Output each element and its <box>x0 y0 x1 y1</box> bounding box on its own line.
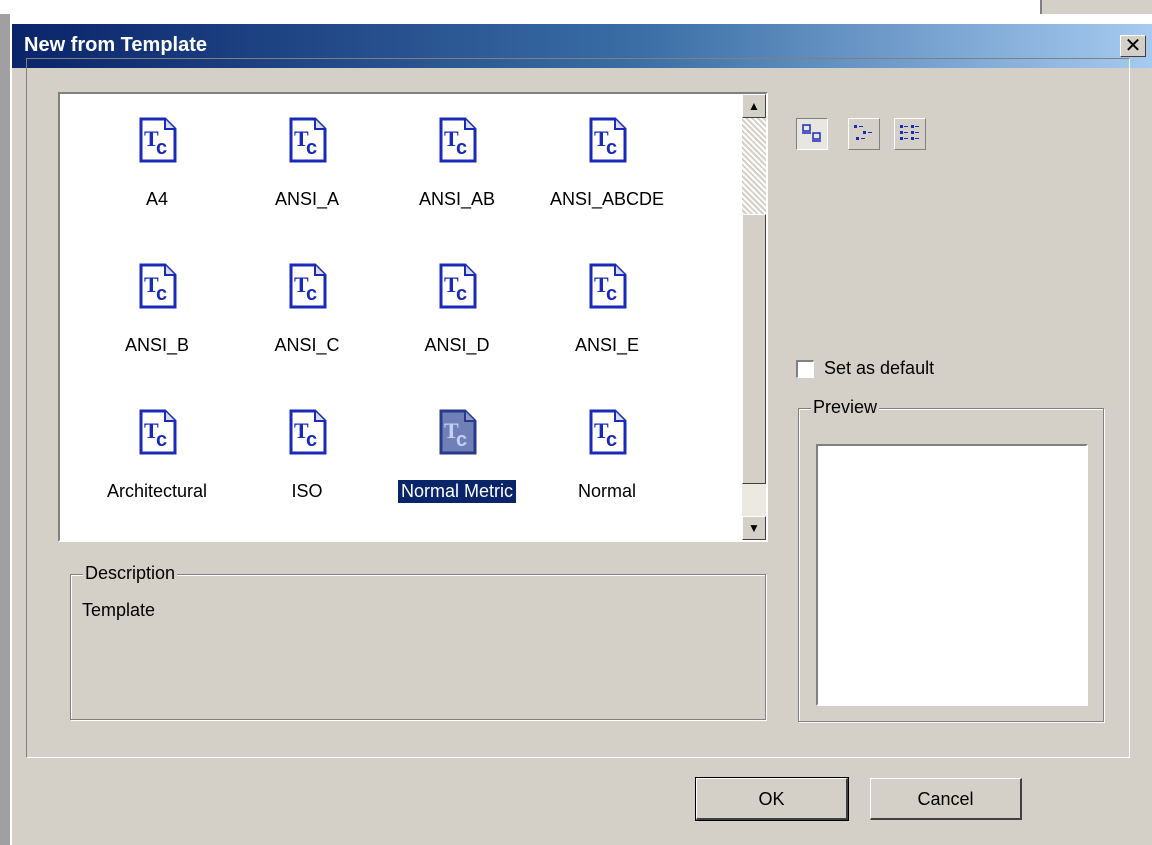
template-file-icon: Tc <box>285 262 329 310</box>
template-file-icon: Tc <box>135 408 179 456</box>
svg-text:c: c <box>456 283 467 305</box>
svg-text:c: c <box>306 137 317 159</box>
preview-title: Preview <box>811 397 880 418</box>
svg-text:c: c <box>306 429 317 451</box>
template-file-icon: Tc <box>285 116 329 164</box>
template-file-icon: Tc <box>435 262 479 310</box>
arrow-down-icon: ▼ <box>748 521 760 535</box>
template-item-label: Normal <box>577 481 636 501</box>
template-file-icon: Tc <box>585 408 629 456</box>
ok-button[interactable]: OK <box>695 777 849 821</box>
template-list[interactable]: ▲ ▼ Tc A4 Tc ANSI_A Tc ANSI_AB Tc ANSI_ABCDE Tc A… <box>58 92 768 542</box>
background-left-edge <box>0 14 10 845</box>
scrollbar-thumb[interactable] <box>742 214 766 484</box>
template-item-label: A4 <box>145 189 169 209</box>
description-text: Template <box>82 600 156 620</box>
template-item[interactable]: Tc ANSI_AB <box>382 116 532 211</box>
set-as-default-label: Set as default <box>824 358 935 378</box>
template-item[interactable]: Tc A4 <box>82 116 232 211</box>
template-item-label: ANSI_E <box>574 335 640 355</box>
description-title: Description <box>83 563 178 584</box>
template-item-label: ANSI_ABCDE <box>549 189 665 209</box>
list-view-icon <box>895 125 925 153</box>
svg-text:c: c <box>156 283 167 305</box>
vertical-scrollbar[interactable]: ▲ ▼ <box>742 94 766 540</box>
template-item[interactable]: Tc Normal Metric <box>382 408 532 503</box>
scrollbar-track[interactable] <box>742 118 766 214</box>
template-item[interactable]: Tc ISO <box>232 408 382 503</box>
description-group: Description <box>70 563 766 720</box>
template-file-icon: Tc <box>135 262 179 310</box>
preview-pane <box>816 444 1088 706</box>
template-item[interactable]: Tc Normal <box>532 408 682 503</box>
close-button[interactable]: ✕ <box>1120 35 1146 57</box>
scroll-down-button[interactable]: ▼ <box>742 516 766 540</box>
template-item-label: Architectural <box>106 481 208 501</box>
small-icons-view-button[interactable] <box>848 118 880 150</box>
svg-text:c: c <box>606 137 617 159</box>
template-item-label: Normal Metric <box>397 480 516 503</box>
close-icon: ✕ <box>1124 35 1142 57</box>
template-item[interactable]: Tc ANSI_ABCDE <box>532 116 682 211</box>
list-view-button[interactable] <box>894 118 926 150</box>
template-file-icon: Tc <box>435 116 479 164</box>
template-item-label: ANSI_D <box>424 335 490 355</box>
template-item-label: ISO <box>291 481 323 501</box>
template-item[interactable]: Tc Architectural <box>82 408 232 503</box>
template-file-icon: Tc <box>585 262 629 310</box>
template-file-icon: Tc <box>285 408 329 456</box>
dialog-title: New from Template <box>24 34 207 56</box>
large-icons-view-icon <box>797 124 827 153</box>
svg-text:c: c <box>606 283 617 305</box>
svg-text:c: c <box>156 429 167 451</box>
cancel-button[interactable]: Cancel <box>870 778 1022 820</box>
large-icons-view-button[interactable] <box>796 118 828 150</box>
template-item[interactable]: Tc ANSI_D <box>382 262 532 357</box>
template-item[interactable]: Tc ANSI_A <box>232 116 382 211</box>
template-item-label: ANSI_B <box>124 335 190 355</box>
arrow-up-icon: ▲ <box>748 99 760 113</box>
template-item[interactable]: Tc ANSI_E <box>532 262 682 357</box>
template-item-label: ANSI_AB <box>418 189 496 209</box>
svg-text:c: c <box>156 137 167 159</box>
desktop-background <box>0 0 1152 14</box>
template-item[interactable]: Tc ANSI_C <box>232 262 382 357</box>
template-item[interactable]: Tc ANSI_B <box>82 262 232 357</box>
template-item-label: ANSI_C <box>274 335 340 355</box>
svg-text:c: c <box>306 283 317 305</box>
scroll-up-button[interactable]: ▲ <box>742 94 766 118</box>
background-window-edge <box>1040 0 1152 14</box>
svg-text:c: c <box>606 429 617 451</box>
template-item-label: ANSI_A <box>274 189 340 209</box>
template-file-icon: Tc <box>435 408 479 456</box>
template-file-icon: Tc <box>585 116 629 164</box>
template-file-icon: Tc <box>135 116 179 164</box>
set-as-default-checkbox[interactable] <box>796 360 814 378</box>
svg-text:c: c <box>456 429 467 451</box>
small-icons-view-icon <box>849 125 879 153</box>
svg-text:c: c <box>456 137 467 159</box>
